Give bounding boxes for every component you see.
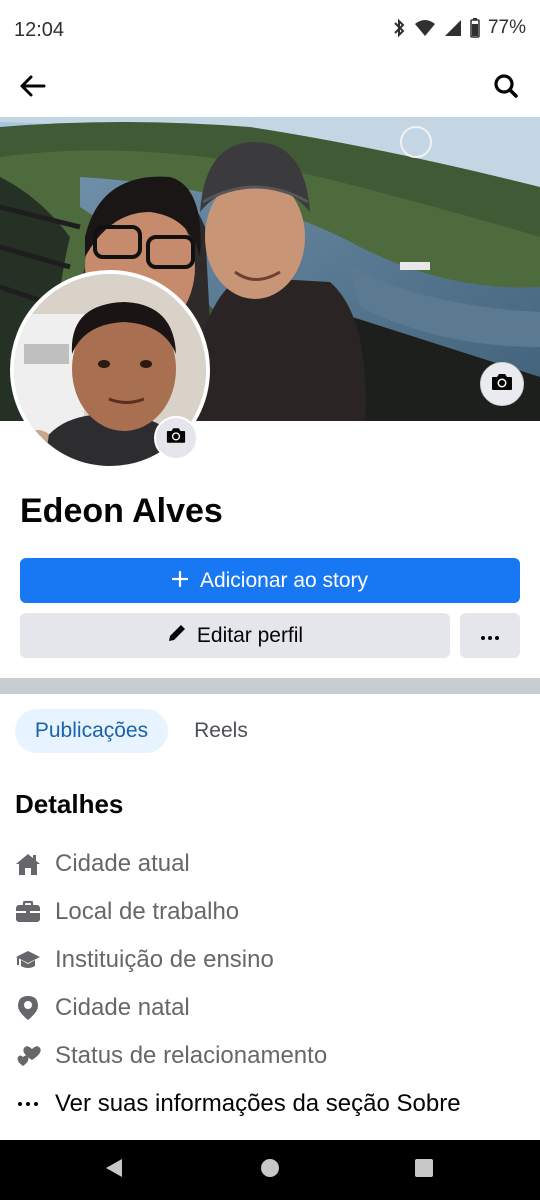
back-button[interactable] xyxy=(12,68,52,108)
status-time: 12:04 xyxy=(14,19,65,41)
detail-current-city[interactable]: Cidade atual xyxy=(15,844,525,884)
bluetooth-icon xyxy=(392,18,406,38)
edit-profile-label: Editar perfil xyxy=(196,623,304,647)
details-title: Detalhes xyxy=(15,789,124,819)
detail-label: Ver suas informações da seção Sobre xyxy=(55,1090,461,1117)
cover-camera-button[interactable] xyxy=(480,362,524,406)
status-icons: 77% xyxy=(392,17,526,39)
pencil-icon xyxy=(167,623,187,649)
graduation-cap-icon xyxy=(15,947,41,973)
circle-home-icon xyxy=(260,1158,280,1183)
camera-icon xyxy=(166,427,186,449)
detail-workplace[interactable]: Local de trabalho xyxy=(15,892,525,932)
search-icon xyxy=(493,73,519,104)
system-nav-bar xyxy=(0,1140,540,1200)
tab-publicacoes[interactable]: Publicações xyxy=(15,709,168,753)
add-story-button[interactable]: Adicionar ao story xyxy=(20,558,520,603)
detail-label: Local de trabalho xyxy=(55,898,240,925)
detail-label: Instituição de ensino xyxy=(55,946,274,973)
more-dots-icon xyxy=(481,627,499,645)
profile-name: Edeon Alves xyxy=(20,492,223,530)
plus-icon xyxy=(171,569,189,593)
nav-home-button[interactable] xyxy=(256,1156,284,1184)
battery-icon xyxy=(470,18,480,38)
triangle-back-icon xyxy=(104,1157,124,1184)
detail-label: Cidade atual xyxy=(55,850,190,877)
detail-label: Cidade natal xyxy=(55,994,190,1021)
home-icon xyxy=(15,851,41,877)
wifi-icon xyxy=(414,19,436,37)
camera-icon xyxy=(491,373,513,396)
detail-relationship[interactable]: Status de relacionamento xyxy=(15,1036,525,1076)
detail-education[interactable]: Instituição de ensino xyxy=(15,940,525,980)
search-button[interactable] xyxy=(486,68,526,108)
detail-hometown[interactable]: Cidade natal xyxy=(15,988,525,1028)
more-options-button[interactable] xyxy=(460,613,520,658)
add-story-label: Adicionar ao story xyxy=(199,568,369,592)
briefcase-icon xyxy=(15,899,41,925)
app-bar xyxy=(0,60,540,116)
detail-label: Status de relacionamento xyxy=(55,1042,328,1069)
tab-reels[interactable]: Reels xyxy=(178,709,264,753)
edit-profile-button[interactable]: Editar perfil xyxy=(20,613,450,658)
hearts-icon xyxy=(15,1043,41,1069)
section-divider xyxy=(0,678,540,694)
signal-icon xyxy=(444,19,462,37)
nav-recents-button[interactable] xyxy=(410,1156,438,1184)
avatar-camera-button[interactable] xyxy=(154,416,198,460)
square-recents-icon xyxy=(414,1158,434,1183)
arrow-left-icon xyxy=(18,74,46,103)
detail-see-about[interactable]: Ver suas informações da seção Sobre xyxy=(15,1084,525,1124)
location-pin-icon xyxy=(15,995,41,1021)
nav-back-button[interactable] xyxy=(100,1156,128,1184)
more-dots-icon xyxy=(15,1091,41,1117)
status-bar: 12:04 77% xyxy=(0,0,540,60)
battery-percent: 77% xyxy=(487,17,526,38)
